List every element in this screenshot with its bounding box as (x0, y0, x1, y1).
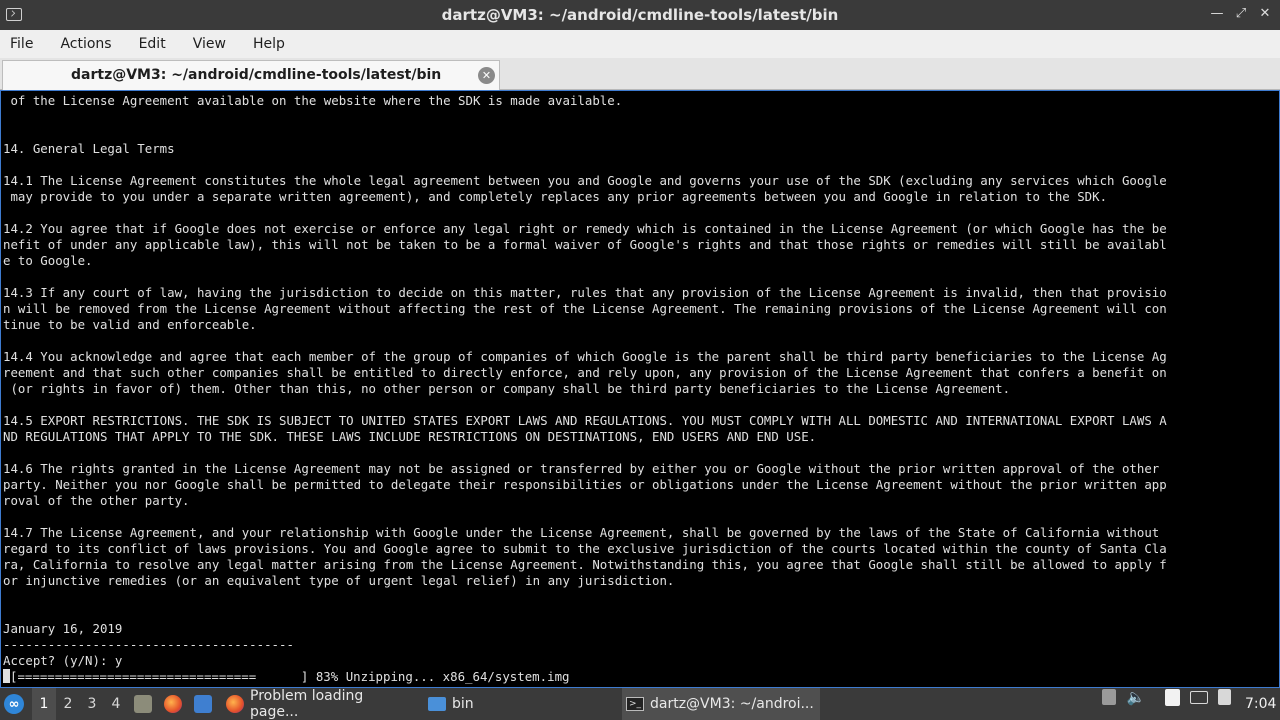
tab-bar: dartz@VM3: ~/android/cmdline-tools/lates… (0, 58, 1280, 90)
files-launcher[interactable] (194, 688, 212, 720)
desktop-icon (134, 695, 152, 713)
menu-bar: File Actions Edit View Help (0, 30, 1280, 58)
tab-terminal[interactable]: dartz@VM3: ~/android/cmdline-tools/lates… (2, 60, 500, 90)
workspace-3[interactable]: 3 (80, 688, 104, 720)
terminal-icon: >_ (626, 697, 644, 711)
maximize-icon[interactable]: ⤢ (1234, 6, 1248, 21)
clock[interactable]: 7:04 (1245, 688, 1276, 720)
menu-edit[interactable]: Edit (139, 36, 166, 52)
tab-close-icon[interactable]: ✕ (478, 67, 495, 84)
tray-power[interactable] (1215, 688, 1233, 706)
window-controls: — ⤢ ✕ (1210, 6, 1272, 21)
terminal-line: e to Google. (3, 253, 93, 268)
tray-volume[interactable]: 🔈 (1126, 688, 1146, 706)
task-bin-folder[interactable]: bin (424, 688, 484, 720)
task-terminal[interactable]: >_ dartz@VM3: ~/androi... (622, 688, 820, 720)
terminal-line: 14.5 EXPORT RESTRICTIONS. THE SDK IS SUB… (3, 413, 1167, 428)
document-icon (1164, 688, 1180, 706)
taskbar: ∞ 1 2 3 4 Problem loading page... bin >_… (0, 688, 1280, 720)
terminal-line: January 16, 2019 (3, 621, 123, 636)
workspace-1[interactable]: 1 (32, 688, 56, 720)
firefox-icon (164, 695, 182, 713)
terminal-line: 14.7 The License Agreement, and your rel… (3, 525, 1160, 540)
network-icon (1190, 690, 1208, 704)
terminal-view[interactable]: of the License Agreement available on th… (0, 90, 1280, 688)
terminal-line: 14.6 The rights granted in the License A… (3, 461, 1160, 476)
window-titlebar[interactable]: dartz@VM3: ~/android/cmdline-tools/lates… (0, 0, 1280, 30)
terminal-line: 14.3 If any court of law, having the jur… (3, 285, 1167, 300)
start-menu-icon: ∞ (4, 694, 24, 714)
task-label: Problem loading page... (250, 688, 364, 720)
window-title: dartz@VM3: ~/android/cmdline-tools/lates… (441, 6, 839, 24)
terminal-line: or injunctive remedies (or an equivalent… (3, 573, 675, 588)
menu-help[interactable]: Help (253, 36, 285, 52)
workspace-2[interactable]: 2 (56, 688, 80, 720)
terminal-line: 14.4 You acknowledge and agree that each… (3, 349, 1167, 364)
task-firefox[interactable]: Problem loading page... (222, 688, 420, 720)
close-icon[interactable]: ✕ (1258, 6, 1272, 21)
terminal-line: 14.2 You agree that if Google does not e… (3, 221, 1167, 236)
task-label: bin (452, 696, 474, 712)
menu-view[interactable]: View (193, 36, 226, 52)
volume-icon: 🔈 (1126, 688, 1146, 706)
terminal-line: Accept? (y/N): y (3, 653, 123, 668)
terminal-line: tinue to be valid and enforceable. (3, 317, 257, 332)
terminal-line: 14.1 The License Agreement constitutes t… (3, 173, 1167, 188)
terminal-line: 14. General Legal Terms (3, 141, 175, 156)
file-manager-icon (194, 695, 212, 713)
terminal-line: roval of the other party. (3, 493, 190, 508)
firefox-launcher[interactable] (164, 688, 182, 720)
terminal-line: regard to its conflict of laws provision… (3, 541, 1167, 556)
tray-notes[interactable] (1163, 688, 1181, 706)
tray-network[interactable] (1190, 688, 1208, 706)
firefox-icon (226, 695, 244, 713)
terminal-line: may provide to you under a separate writ… (3, 189, 1108, 204)
menu-file[interactable]: File (10, 36, 33, 52)
terminal-line: (or rights in favor of) them. Other than… (3, 381, 1011, 396)
task-label: dartz@VM3: ~/androi... (650, 696, 814, 712)
terminal-line: nefit of under any applicable law), this… (3, 237, 1167, 252)
folder-icon (428, 697, 446, 711)
terminal-line: reement and that such other companies sh… (3, 365, 1167, 380)
menu-actions[interactable]: Actions (60, 36, 111, 52)
show-desktop-button[interactable] (134, 688, 152, 720)
workspace-4[interactable]: 4 (104, 688, 128, 720)
terminal-line: of the License Agreement available on th… (3, 93, 623, 108)
tray-updates[interactable] (1100, 688, 1118, 706)
terminal-line: party. Neither you nor Google shall be p… (3, 477, 1167, 492)
tab-label: dartz@VM3: ~/android/cmdline-tools/lates… (71, 67, 442, 83)
terminal-output: of the License Agreement available on th… (3, 93, 1167, 685)
text-cursor (3, 669, 10, 683)
progress-line: [================================ ] 83% … (3, 669, 1167, 685)
terminal-line: ND REGULATIONS THAT APPLY TO THE SDK. TH… (3, 429, 817, 444)
battery-icon (1217, 689, 1231, 705)
terminal-line: --------------------------------------- (3, 637, 294, 652)
clipboard-icon (1102, 689, 1116, 705)
terminal-line: ra, California to resolve any legal matt… (3, 557, 1167, 572)
progress-text: [================================ ] 83% … (10, 669, 570, 684)
minimize-icon[interactable]: — (1210, 6, 1224, 21)
start-menu-button[interactable]: ∞ (4, 688, 28, 720)
terminal-line: n will be removed from the License Agree… (3, 301, 1167, 316)
